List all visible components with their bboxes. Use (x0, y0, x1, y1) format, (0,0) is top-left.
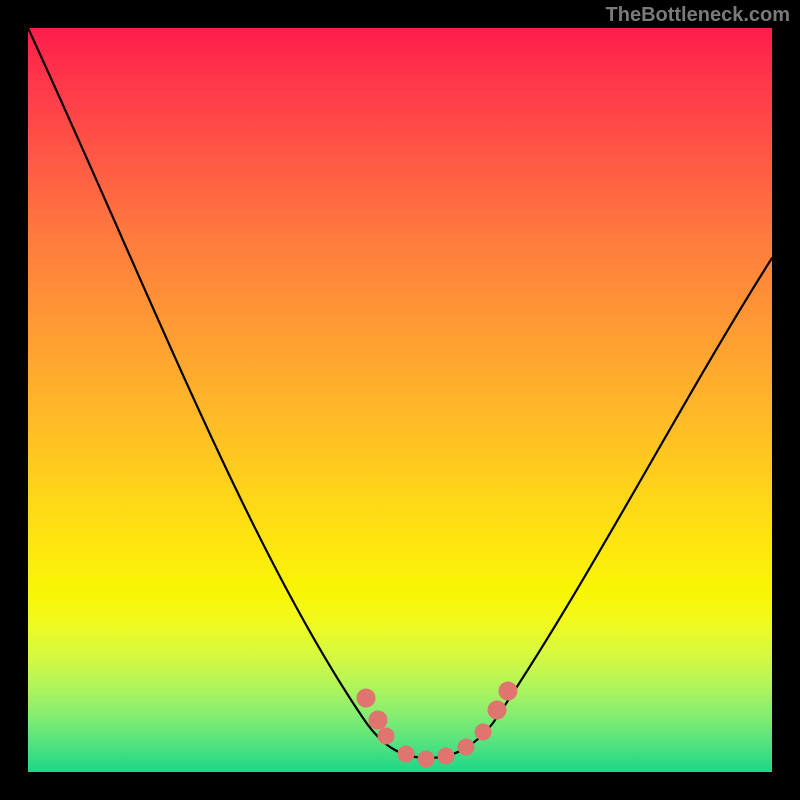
curve-marker (488, 701, 506, 719)
bottleneck-curve (28, 28, 772, 758)
curve-marker (369, 711, 387, 729)
curve-marker (357, 689, 375, 707)
curve-marker (458, 739, 474, 755)
chart-frame: TheBottleneck.com (0, 0, 800, 800)
chart-svg (28, 28, 772, 772)
curve-marker (398, 746, 414, 762)
curve-marker (499, 682, 517, 700)
attribution-text: TheBottleneck.com (606, 4, 790, 27)
curve-marker (438, 748, 454, 764)
curve-marker (418, 751, 434, 767)
curve-marker (378, 728, 394, 744)
curve-marker (475, 724, 491, 740)
